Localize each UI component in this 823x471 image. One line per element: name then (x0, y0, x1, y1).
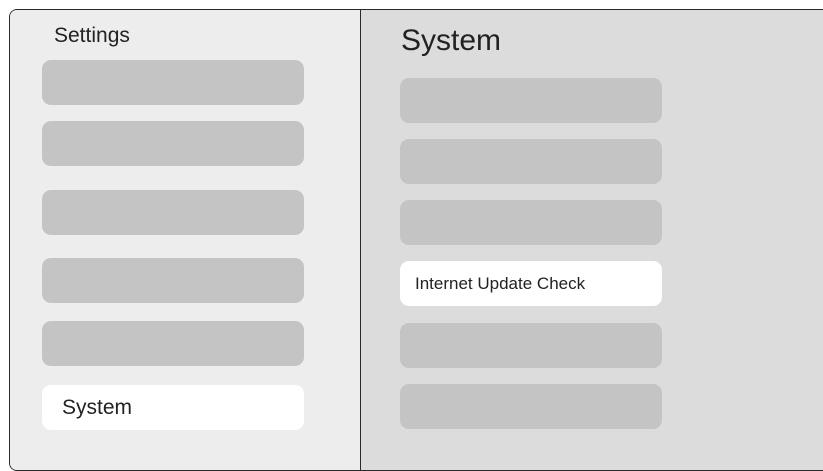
settings-window: Settings System System Internet Update C… (9, 9, 823, 471)
sidebar-item-label: System (62, 395, 133, 419)
sidebar-item-5[interactable] (42, 321, 304, 366)
sidebar-item-system[interactable]: System (42, 385, 304, 430)
system-panel: System Internet Update Check (362, 10, 823, 470)
sidebar-item-2[interactable] (42, 121, 304, 166)
system-option-2[interactable] (400, 139, 662, 184)
system-option-5[interactable] (400, 323, 662, 368)
sidebar-item-4[interactable] (42, 258, 304, 303)
page-title: System (401, 24, 502, 57)
system-option-label: Internet Update Check (415, 273, 586, 293)
system-option-1[interactable] (400, 78, 662, 123)
sidebar-item-3[interactable] (42, 190, 304, 235)
system-option-6[interactable] (400, 384, 662, 429)
sidebar-title: Settings (54, 24, 130, 47)
system-option-3[interactable] (400, 200, 662, 245)
system-option-internet-update-check[interactable]: Internet Update Check (400, 261, 662, 306)
sidebar-item-1[interactable] (42, 60, 304, 105)
settings-sidebar: Settings System (10, 10, 361, 470)
